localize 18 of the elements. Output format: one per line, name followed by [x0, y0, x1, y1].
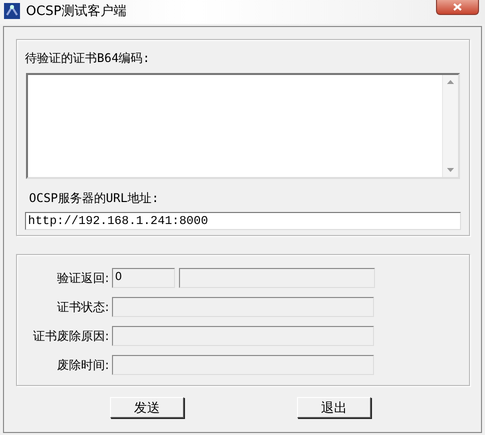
result-label: 证书废除原因: — [32, 328, 109, 344]
result-field: 0 — [112, 268, 175, 288]
url-label: OCSP服务器的URL地址: — [29, 191, 159, 205]
app-icon — [4, 3, 20, 19]
close-button[interactable] — [436, 0, 479, 15]
scroll-up-icon — [447, 80, 454, 84]
cert-label: 待验证的证书B64编码: — [25, 51, 150, 65]
result-label: 废除时间: — [56, 356, 109, 374]
send-button[interactable]: 发送 — [110, 397, 184, 418]
scroll-down-icon — [447, 168, 454, 172]
exit-button[interactable]: 退出 — [297, 397, 371, 418]
result-label: 证书状态: — [56, 298, 109, 316]
result-label: 验证返回: — [56, 270, 109, 286]
close-icon — [453, 3, 462, 11]
cert-text-area[interactable] — [26, 73, 460, 179]
window-title: OCSP测试客户端 — [26, 3, 128, 20]
url-field[interactable]: http://192.168.1.241:8000 — [25, 212, 461, 230]
scrollbar[interactable] — [442, 75, 458, 177]
